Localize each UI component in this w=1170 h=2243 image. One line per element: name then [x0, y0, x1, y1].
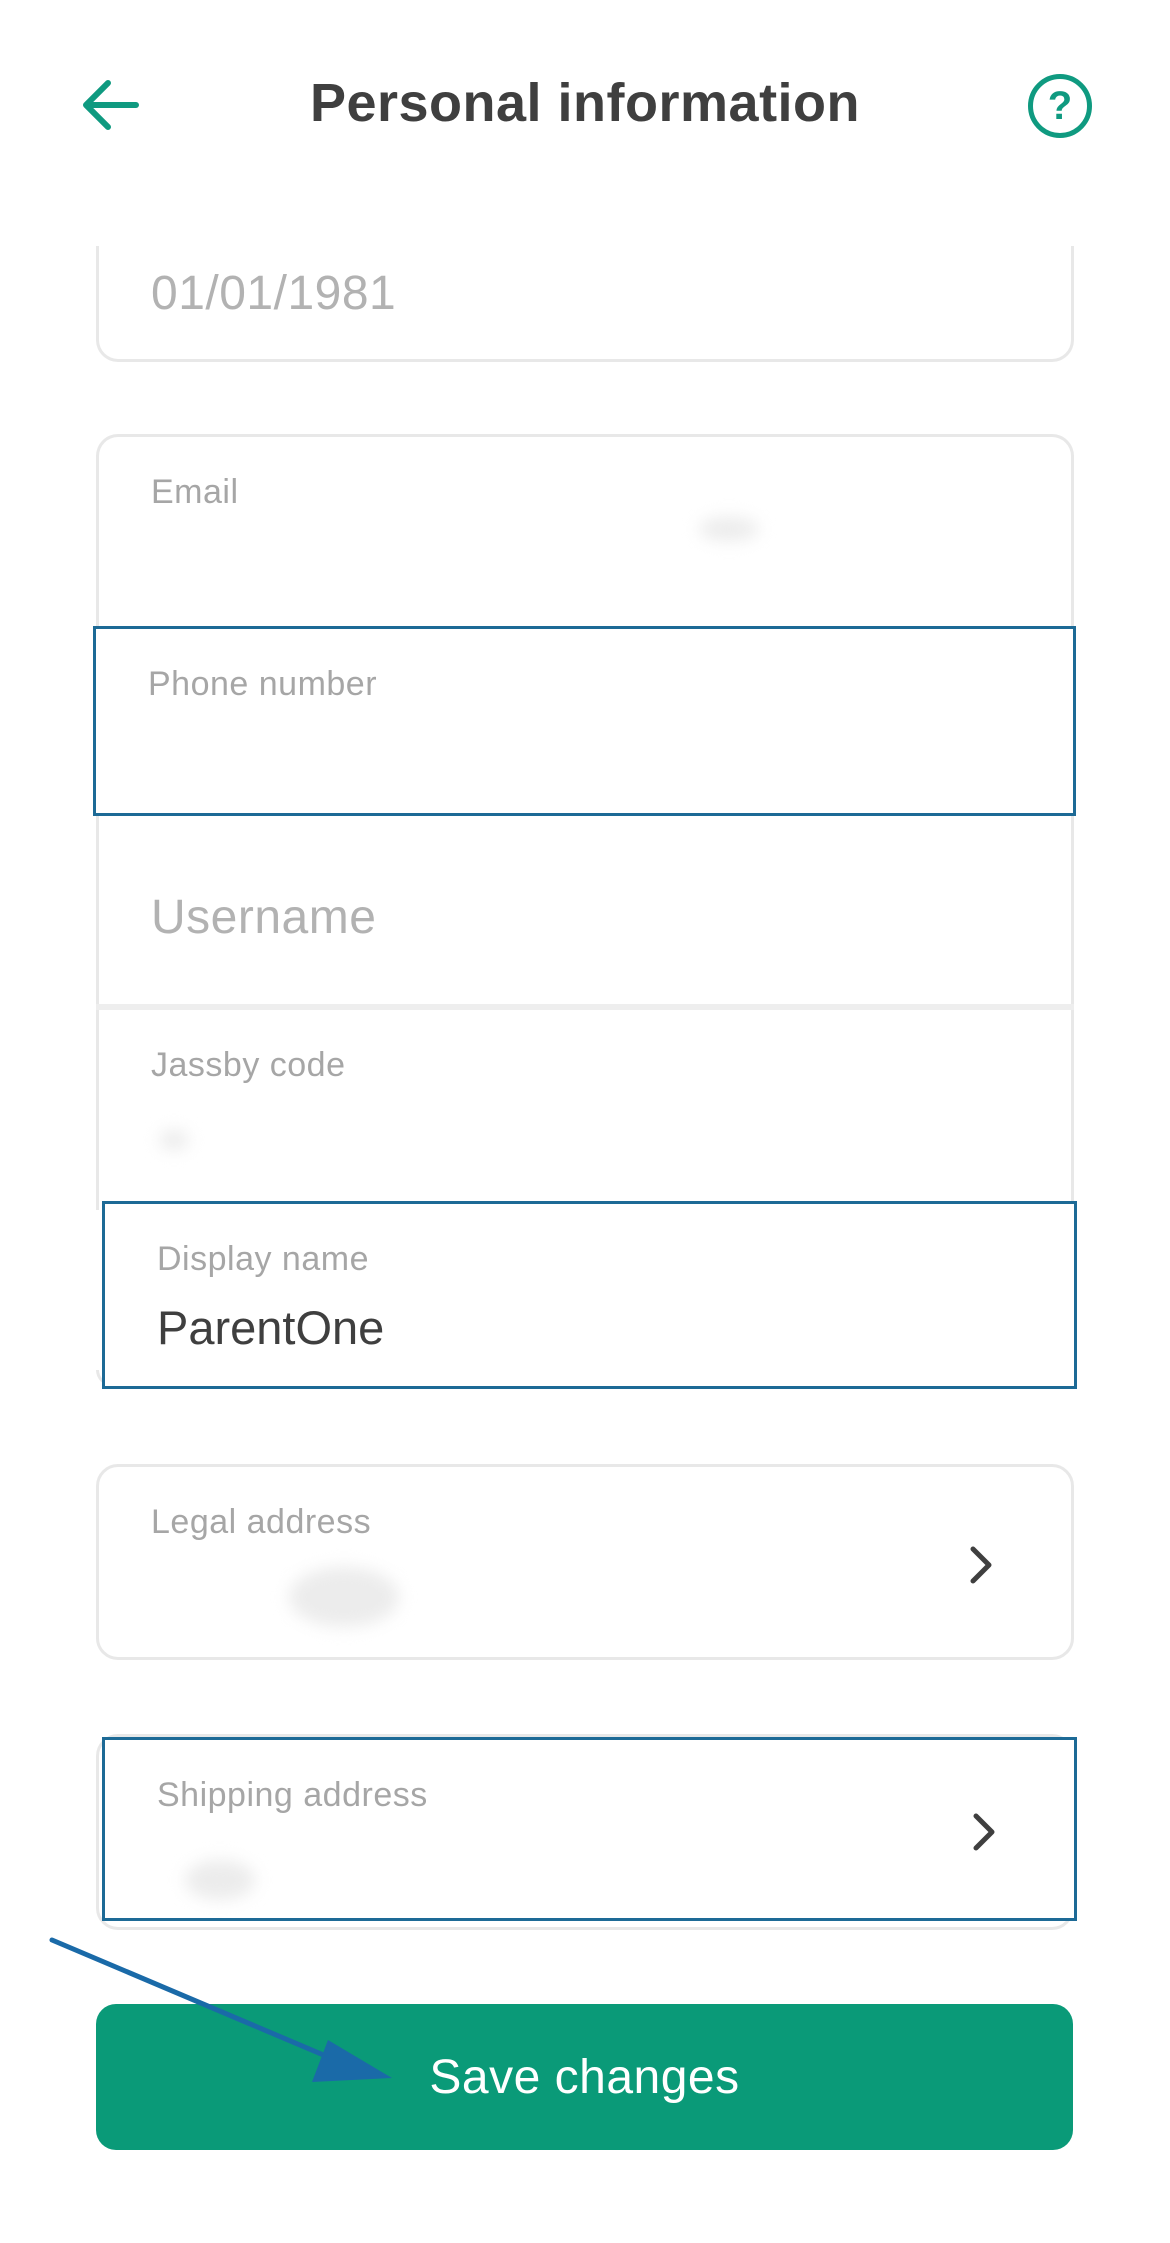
email-field[interactable]: Email [96, 434, 1074, 634]
phone-number-field[interactable]: Phone number [93, 626, 1076, 816]
display-name-field[interactable]: Display name ParentOne [102, 1201, 1077, 1389]
jassby-code-label: Jassby code [151, 1046, 346, 1084]
date-of-birth-value: 01/01/1981 [151, 267, 397, 320]
save-changes-button[interactable]: Save changes [96, 2004, 1073, 2150]
personal-information-screen: Personal information ? 01/01/1981 Email … [0, 0, 1170, 2243]
username-placeholder: Username [151, 891, 377, 944]
help-button[interactable]: ? [1028, 74, 1092, 138]
redacted-shipping-address [185, 1860, 255, 1900]
page-title: Personal information [309, 73, 861, 133]
legal-address-field[interactable]: Legal address [96, 1464, 1074, 1660]
display-name-label: Display name [157, 1240, 369, 1278]
date-of-birth-field[interactable]: 01/01/1981 [96, 246, 1074, 362]
jassby-code-field[interactable]: Jassby code [96, 1010, 1074, 1210]
phone-number-label: Phone number [148, 665, 378, 703]
shipping-address-label: Shipping address [157, 1776, 428, 1814]
username-field[interactable]: Username [96, 816, 1074, 1008]
question-circle-icon: ? [1047, 83, 1073, 128]
chevron-right-icon [966, 1813, 1002, 1851]
email-label: Email [151, 473, 239, 511]
redacted-jassby-code [159, 1130, 189, 1150]
shipping-address-field[interactable]: Shipping address [102, 1737, 1077, 1921]
legal-address-label: Legal address [151, 1503, 372, 1541]
redacted-legal-address [289, 1567, 399, 1627]
display-name-value: ParentOne [157, 1301, 385, 1354]
redacted-email [699, 517, 759, 541]
chevron-right-icon [963, 1546, 999, 1584]
